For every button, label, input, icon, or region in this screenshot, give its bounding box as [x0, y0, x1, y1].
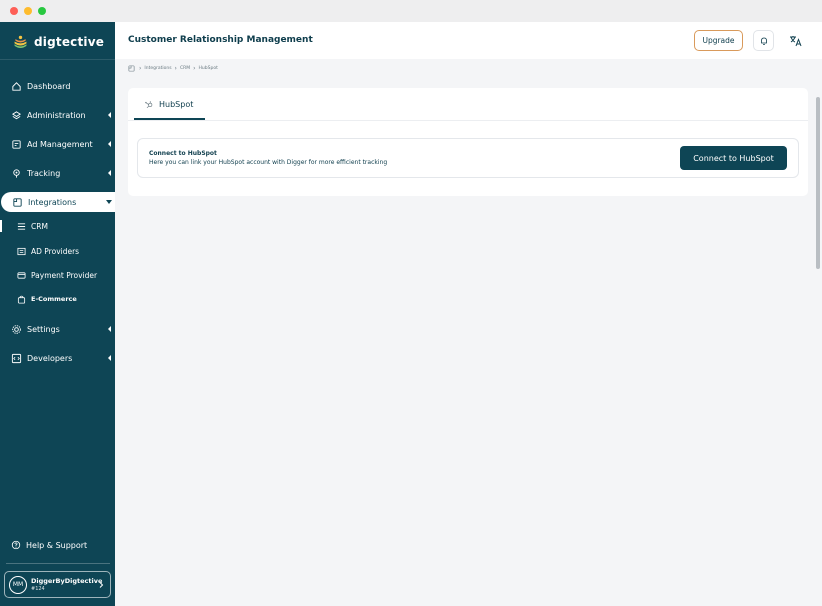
list-icon [17, 222, 26, 230]
sidebar-item-integrations[interactable]: Integrations [1, 192, 115, 212]
home-icon [12, 81, 21, 91]
sidebar-subitem-ad-providers[interactable]: AD Providers [0, 242, 115, 260]
chevron-right-icon [99, 582, 104, 588]
connect-panel: Connect to HubSpot Here you can link you… [137, 138, 799, 178]
breadcrumb-integrations[interactable]: Integrations [144, 66, 171, 71]
integration-card: HubSpot Connect to HubSpot Here you can … [128, 88, 808, 196]
sidebar-subitem-e-commerce[interactable]: E-Commerce [0, 290, 115, 308]
sidebar-item-label: Dashboard [27, 81, 71, 91]
chevron-left-icon [108, 326, 111, 332]
sidebar-item-developers[interactable]: Developers [0, 348, 115, 368]
connect-hubspot-button[interactable]: Connect to HubSpot [680, 146, 787, 170]
payment-card-icon [17, 271, 26, 279]
sidebar-item-tracking[interactable]: Tracking [0, 163, 115, 183]
sidebar-subitem-payment-provider[interactable]: Payment Provider [0, 266, 115, 284]
layers-icon [11, 110, 22, 119]
sidebar-item-label: Settings [27, 324, 60, 334]
breadcrumb-separator: › [193, 65, 196, 72]
close-window-button[interactable] [10, 7, 18, 15]
bell-icon [760, 37, 767, 45]
avatar: MM [9, 575, 27, 594]
chevron-left-icon [108, 112, 111, 118]
sidebar-subitem-label: Payment Provider [31, 270, 98, 280]
chevron-left-icon [108, 170, 111, 176]
bottom-divider [6, 563, 110, 564]
top-header: Customer Relationship Management Upgrade [115, 22, 822, 59]
connect-title: Connect to HubSpot [149, 150, 217, 157]
tab-label: HubSpot [159, 99, 194, 109]
language-button[interactable] [785, 30, 806, 51]
sidebar-subitem-label: AD Providers [31, 246, 80, 256]
user-menu[interactable]: MM DiggerByDigtective #124 [4, 571, 111, 598]
sidebar-item-label: Tracking [27, 168, 61, 178]
sidebar: digtective Dashboard Administration Ad M… [0, 22, 115, 606]
sidebar-subitem-label: CRM [31, 221, 48, 231]
tab-divider [128, 120, 808, 121]
help-support-label: Help & Support [26, 540, 88, 550]
integrations-icon [128, 65, 135, 72]
code-icon [11, 353, 22, 363]
breadcrumb: › Integrations › CRM › HubSpot [128, 65, 218, 72]
user-name: DiggerByDigtective [31, 577, 103, 585]
page-title: Customer Relationship Management [128, 35, 313, 45]
brand-name: digtective [34, 35, 105, 49]
logo-divider [0, 59, 115, 60]
window-titlebar [0, 0, 822, 22]
sidebar-item-ad-management[interactable]: Ad Management [0, 134, 115, 154]
gear-icon [12, 324, 21, 334]
sidebar-subitem-crm[interactable]: CRM [0, 217, 115, 235]
upgrade-button[interactable]: Upgrade [694, 30, 743, 51]
question-circle-icon [11, 540, 21, 550]
ad-icon [12, 139, 21, 149]
connect-description: Here you can link your HubSpot account w… [149, 159, 388, 166]
translate-icon [790, 36, 802, 47]
breadcrumb-separator: › [174, 65, 177, 72]
breadcrumb-separator: › [139, 65, 142, 72]
maximize-window-button[interactable] [38, 7, 46, 15]
sidebar-item-label: Ad Management [27, 139, 93, 149]
logo[interactable]: digtective [12, 32, 104, 52]
user-id: #124 [31, 586, 45, 592]
minimize-window-button[interactable] [24, 7, 32, 15]
scrollbar[interactable] [816, 97, 820, 269]
chevron-left-icon [108, 141, 111, 147]
sidebar-item-administration[interactable]: Administration [0, 105, 115, 125]
sidebar-item-label: Administration [27, 110, 86, 120]
sidebar-item-dashboard[interactable]: Dashboard [0, 76, 115, 96]
chevron-left-icon [108, 355, 111, 361]
sidebar-subitem-label: E-Commerce [31, 295, 77, 303]
integrations-icon [13, 197, 22, 207]
sidebar-item-label: Developers [27, 353, 73, 363]
tab-hubspot[interactable]: HubSpot [134, 88, 205, 120]
sidebar-item-label: Integrations [28, 197, 77, 207]
digtective-logo-icon [14, 35, 27, 48]
notifications-button[interactable] [753, 30, 774, 51]
breadcrumb-crm[interactable]: CRM [180, 66, 190, 71]
sidebar-item-settings[interactable]: Settings [0, 319, 115, 339]
breadcrumb-hubspot: HubSpot [198, 66, 218, 71]
list-box-icon [17, 247, 26, 255]
chevron-down-icon [106, 200, 112, 204]
hubspot-icon [145, 101, 153, 109]
main-content: Customer Relationship Management Upgrade… [115, 22, 822, 606]
location-pin-icon [13, 168, 20, 178]
shopping-bag-icon [17, 295, 26, 304]
help-support-link[interactable]: Help & Support [11, 540, 87, 550]
